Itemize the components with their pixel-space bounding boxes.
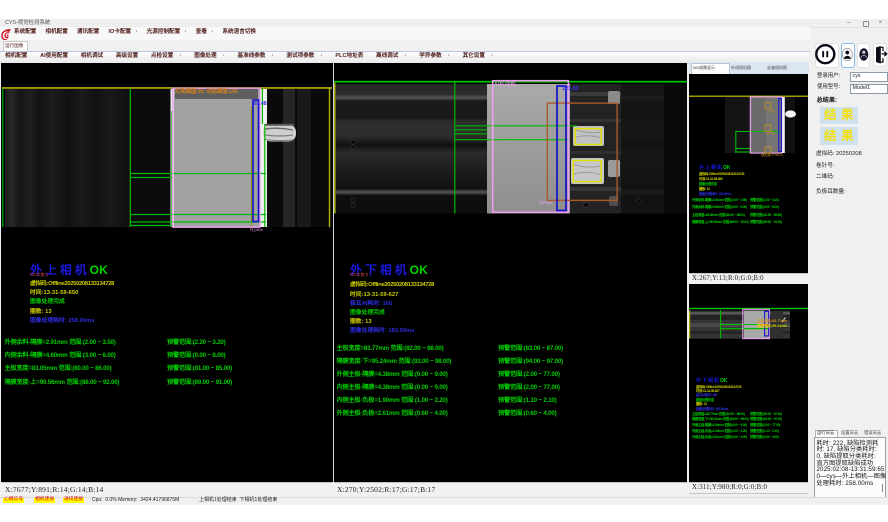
svg-text:13.46: 13.46 bbox=[766, 110, 775, 114]
svg-text:13.40: 13.40 bbox=[766, 132, 775, 136]
